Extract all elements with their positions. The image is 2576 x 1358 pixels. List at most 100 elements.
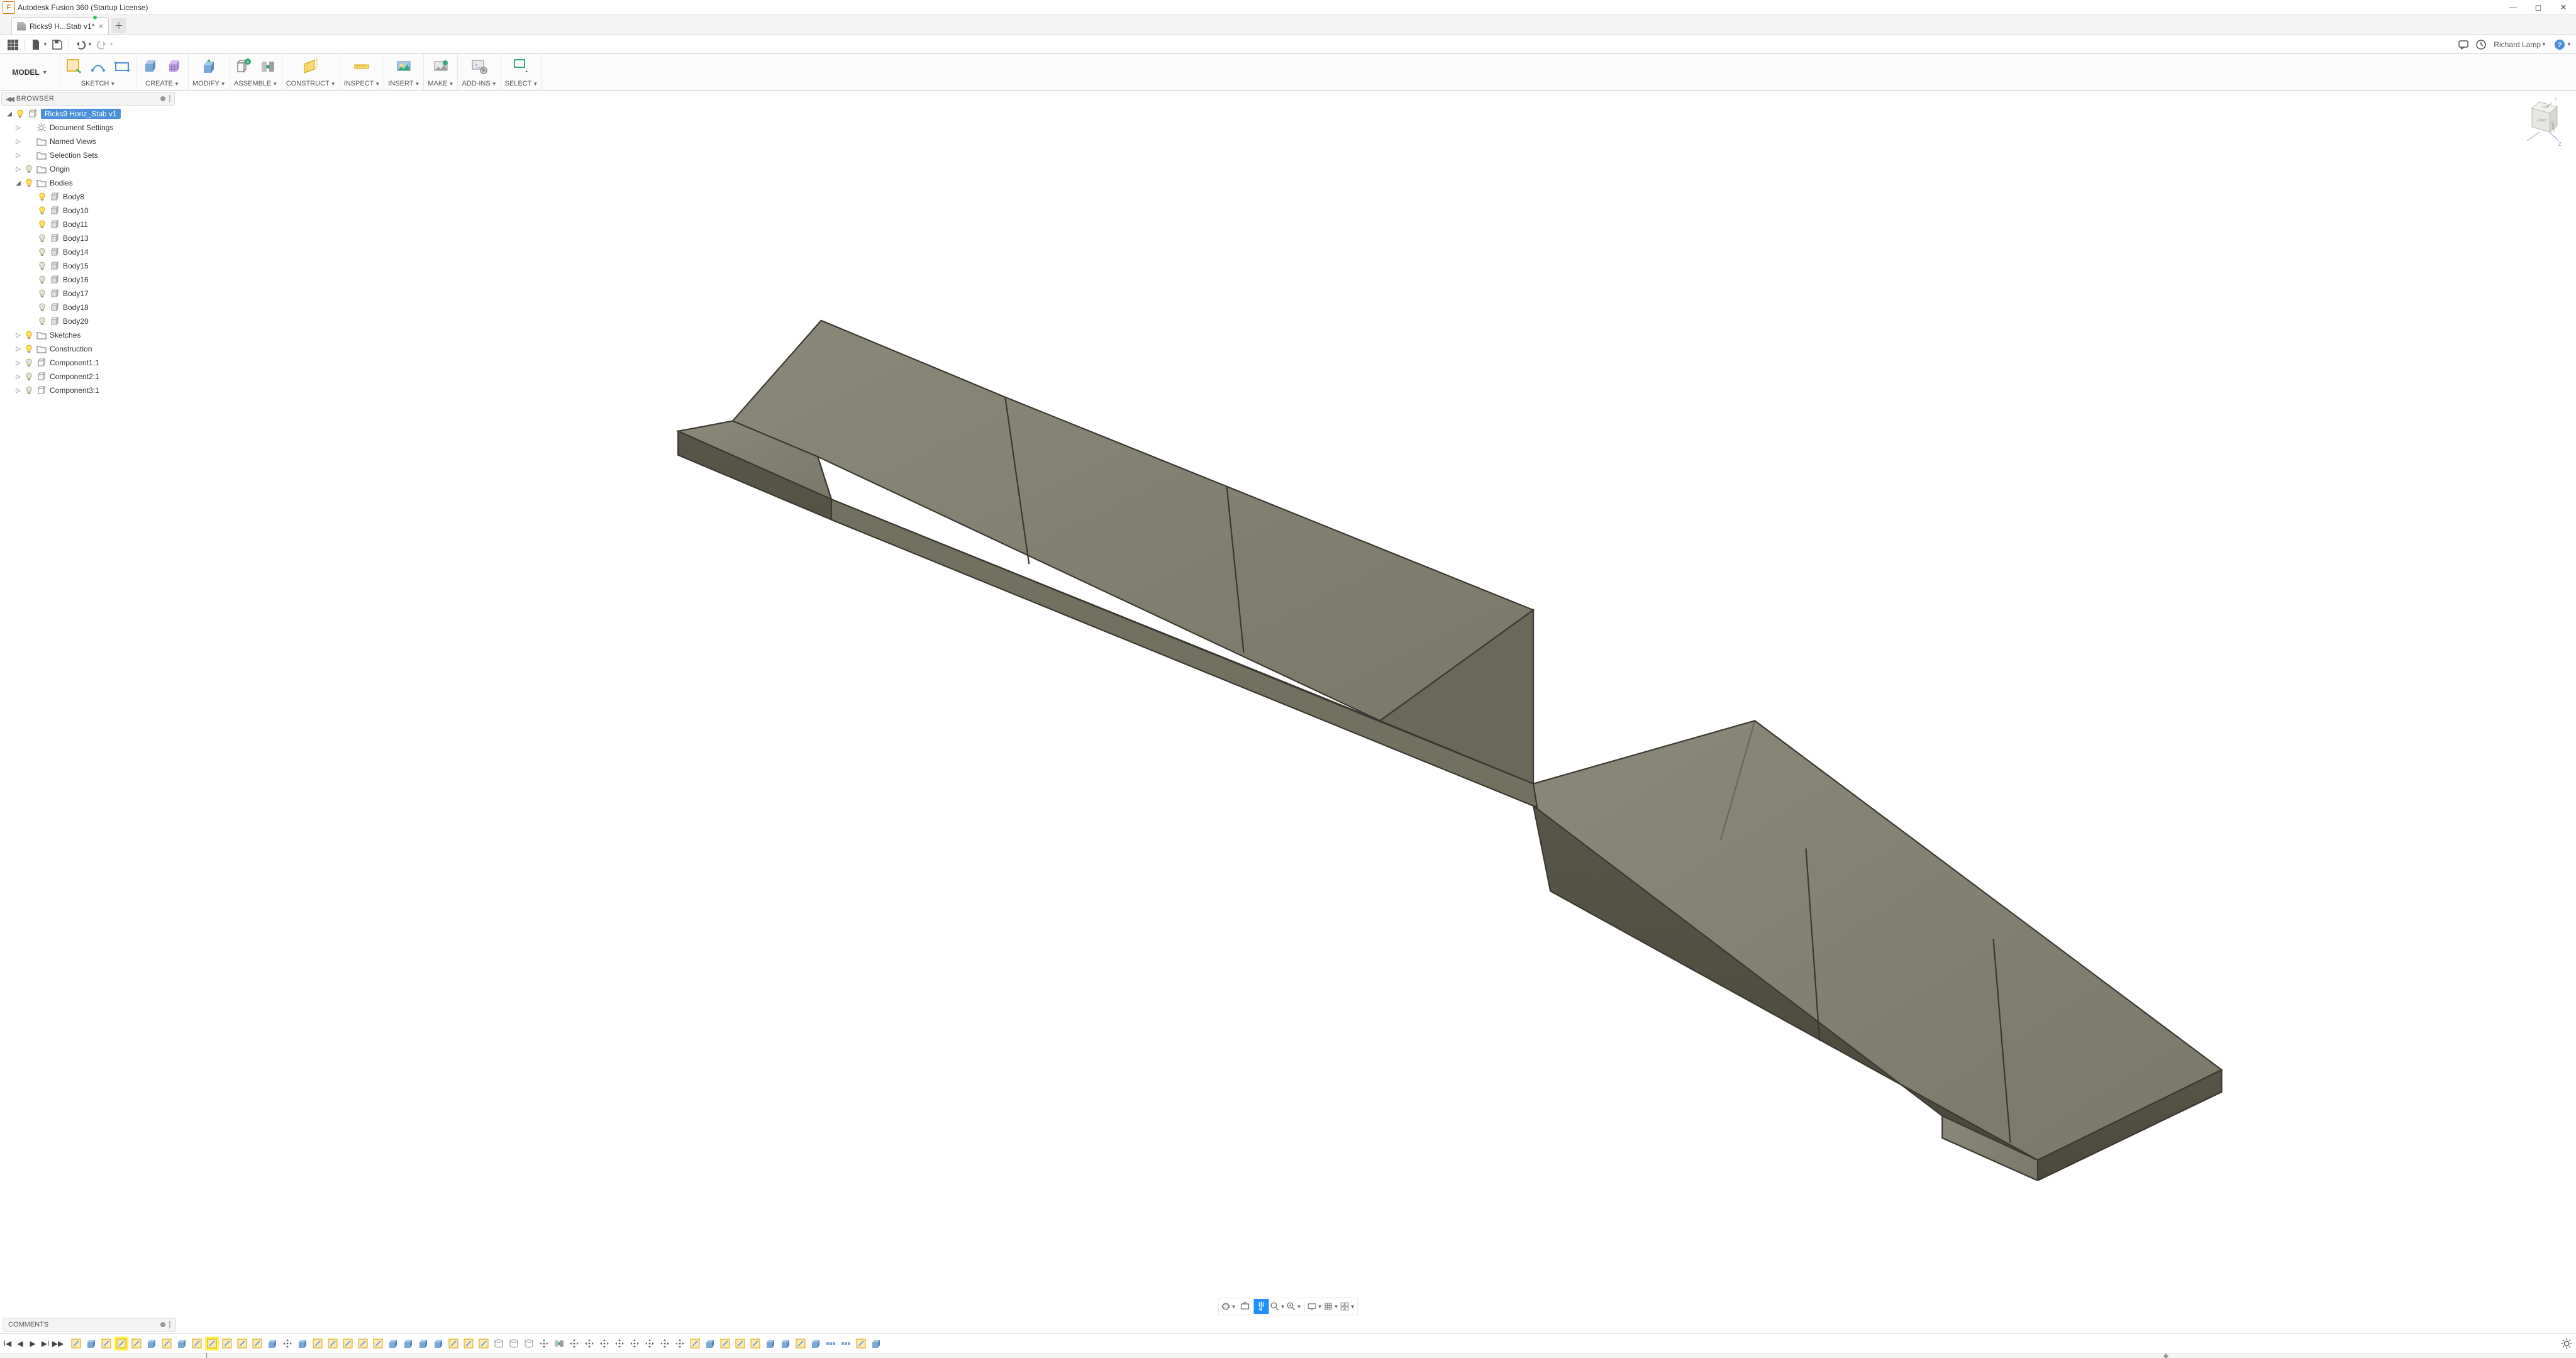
- timeline-feature[interactable]: [839, 1337, 853, 1350]
- timeline-feature[interactable]: [748, 1337, 762, 1350]
- tree-item-body[interactable]: Body20: [4, 314, 174, 328]
- timeline-end-button[interactable]: ▶▶: [53, 1339, 63, 1349]
- viewport-layout-button[interactable]: ▼: [1340, 1299, 1355, 1314]
- tree-item-body[interactable]: Body13: [4, 231, 174, 245]
- timeline-feature[interactable]: [130, 1337, 143, 1350]
- rectangle-tool-button[interactable]: [112, 57, 132, 77]
- undo-button[interactable]: [72, 36, 89, 53]
- timeline-track[interactable]: [0, 1353, 2576, 1358]
- ribbon-group-label[interactable]: CONSTRUCT▼: [286, 78, 336, 89]
- expand-toggle-icon[interactable]: ▷: [15, 387, 21, 394]
- timeline-feature[interactable]: [356, 1337, 370, 1350]
- panel-resize-icon[interactable]: [169, 1321, 170, 1328]
- ribbon-group-label[interactable]: CREATE▼: [145, 78, 179, 89]
- tree-item[interactable]: ▷ Sketches: [4, 328, 174, 342]
- timeline-feature[interactable]: [628, 1337, 641, 1350]
- tree-item[interactable]: ◢ Bodies: [4, 176, 174, 190]
- visibility-bulb-icon[interactable]: [38, 248, 47, 257]
- timeline-settings-button[interactable]: [2560, 1337, 2573, 1350]
- scripts-button[interactable]: >_: [469, 57, 489, 77]
- timeline-feature[interactable]: [326, 1337, 340, 1350]
- tree-item-body[interactable]: Body11: [4, 218, 174, 231]
- tree-item-body[interactable]: Body18: [4, 301, 174, 314]
- expand-toggle-icon[interactable]: ▷: [15, 346, 21, 353]
- tree-root[interactable]: ◢ Ricks9 Horiz_Stab v1: [4, 107, 174, 121]
- pan-button[interactable]: [1254, 1299, 1269, 1314]
- timeline-feature[interactable]: [854, 1337, 868, 1350]
- timeline-feature[interactable]: [688, 1337, 702, 1350]
- close-tab-button[interactable]: ×: [98, 21, 103, 31]
- ribbon-group-label[interactable]: MAKE▼: [428, 78, 453, 89]
- tree-item-body[interactable]: Body15: [4, 259, 174, 273]
- timeline-feature[interactable]: [401, 1337, 415, 1350]
- tree-item-body[interactable]: Body17: [4, 287, 174, 301]
- data-panel-button[interactable]: [4, 36, 21, 53]
- timeline-feature[interactable]: [175, 1337, 189, 1350]
- timeline-scrubber[interactable]: [206, 1353, 207, 1358]
- tree-item-body[interactable]: Body8: [4, 190, 174, 204]
- new-tab-button[interactable]: ＋: [111, 18, 126, 33]
- visibility-bulb-icon[interactable]: [25, 372, 33, 381]
- timeline-feature[interactable]: [658, 1337, 672, 1350]
- visibility-bulb-icon[interactable]: [38, 303, 47, 312]
- timeline-feature[interactable]: [613, 1337, 626, 1350]
- timeline-feature[interactable]: [763, 1337, 777, 1350]
- ribbon-group-label[interactable]: MODIFY▼: [192, 78, 226, 89]
- tree-item[interactable]: ▷ Document Settings: [4, 121, 174, 135]
- measure-button[interactable]: [352, 57, 372, 77]
- line-tool-button[interactable]: [88, 57, 108, 77]
- timeline-feature[interactable]: [794, 1337, 808, 1350]
- timeline-feature[interactable]: [280, 1337, 294, 1350]
- visibility-bulb-icon[interactable]: [16, 109, 25, 118]
- new-component-button[interactable]: +: [234, 57, 254, 77]
- timeline-feature[interactable]: [477, 1337, 491, 1350]
- tree-item[interactable]: ▷ Origin: [4, 162, 174, 176]
- expand-toggle-icon[interactable]: ◢: [15, 180, 21, 187]
- timeline-feature[interactable]: [84, 1337, 98, 1350]
- tree-item-body[interactable]: Body14: [4, 245, 174, 259]
- timeline-feature[interactable]: [265, 1337, 279, 1350]
- expand-toggle-icon[interactable]: ▷: [15, 332, 21, 339]
- visibility-bulb-icon[interactable]: [25, 358, 33, 367]
- workspace-switcher[interactable]: MODEL ▼: [0, 54, 60, 90]
- timeline-feature[interactable]: [114, 1337, 128, 1350]
- visibility-bulb-icon[interactable]: [25, 345, 33, 353]
- visibility-bulb-icon[interactable]: [25, 179, 33, 187]
- 3d-print-button[interactable]: [431, 57, 451, 77]
- timeline-feature[interactable]: [431, 1337, 445, 1350]
- expand-toggle-icon[interactable]: ▷: [15, 360, 21, 367]
- model-canvas[interactable]: [0, 91, 2576, 1181]
- fit-button[interactable]: ▼: [1287, 1299, 1302, 1314]
- tree-item[interactable]: ▷ Component3:1: [4, 384, 174, 397]
- ribbon-group-label[interactable]: ASSEMBLE▼: [234, 78, 277, 89]
- visibility-bulb-icon[interactable]: [25, 331, 33, 340]
- browser-panel-header[interactable]: ◀◀ BROWSER: [1, 92, 175, 106]
- timeline-feature[interactable]: [537, 1337, 551, 1350]
- visibility-bulb-icon[interactable]: [38, 206, 47, 215]
- tree-item[interactable]: ▷ Construction: [4, 342, 174, 356]
- job-status-button[interactable]: [2472, 36, 2490, 53]
- close-button[interactable]: ✕: [2551, 0, 2576, 15]
- visibility-bulb-icon[interactable]: [38, 220, 47, 229]
- timeline-feature[interactable]: [869, 1337, 883, 1350]
- orbit-button[interactable]: ▼: [1221, 1299, 1236, 1314]
- visibility-bulb-icon[interactable]: [38, 192, 47, 201]
- timeline-feature[interactable]: [552, 1337, 566, 1350]
- visibility-bulb-icon[interactable]: [38, 317, 47, 326]
- press-pull-button[interactable]: [199, 57, 219, 77]
- timeline-feature[interactable]: [522, 1337, 536, 1350]
- tree-item[interactable]: ▷ Component2:1: [4, 370, 174, 384]
- timeline-start-button[interactable]: I◀: [3, 1339, 13, 1349]
- timeline-feature[interactable]: [703, 1337, 717, 1350]
- visibility-bulb-icon[interactable]: [25, 386, 33, 395]
- timeline-step-back-button[interactable]: ◀: [15, 1339, 25, 1349]
- ribbon-group-label[interactable]: INSPECT▼: [344, 78, 380, 89]
- timeline-feature[interactable]: [462, 1337, 475, 1350]
- notifications-button[interactable]: [2455, 36, 2472, 53]
- expand-toggle-icon[interactable]: ▷: [15, 373, 21, 380]
- timeline-feature[interactable]: [447, 1337, 460, 1350]
- timeline-feature[interactable]: [69, 1337, 83, 1350]
- viewcube[interactable]: Y TOP LEFT FRONT Z: [2514, 96, 2565, 152]
- save-button[interactable]: [48, 36, 66, 53]
- extrude-button[interactable]: [140, 57, 160, 77]
